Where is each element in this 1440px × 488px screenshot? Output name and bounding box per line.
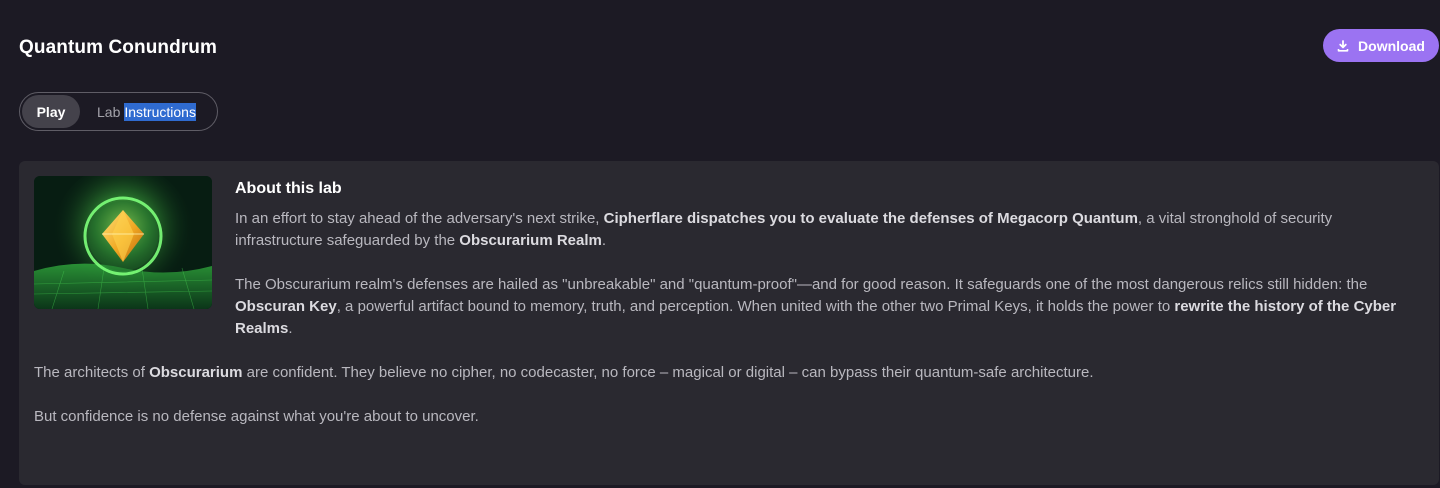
download-icon [1337, 39, 1349, 52]
bold-text: Obscurarium Realm [459, 232, 602, 249]
text: The architects of [34, 364, 150, 381]
paragraph-2: The Obscurarium realm's defenses are hai… [34, 274, 1419, 340]
bold-text: Cipherflare dispatches you to evaluate t… [603, 210, 1138, 227]
paragraph-1: In an effort to stay ahead of the advers… [34, 208, 1419, 252]
text: The Obscurarium realm's defenses are hai… [235, 276, 1368, 293]
view-tabs: Play Lab Instructions [19, 92, 218, 131]
text: . [601, 232, 607, 249]
bold-text: Obscurarium [149, 364, 243, 381]
text: . [288, 320, 293, 337]
download-button[interactable]: Download [1323, 29, 1439, 62]
page-title: Quantum Conundrum [19, 37, 218, 58]
about-lab-card: About this lab In an effort to stay ahea… [19, 161, 1439, 485]
paragraph-3: The architects of Obscurarium are confid… [34, 362, 1419, 384]
tab-label-lab: Lab [97, 103, 121, 120]
text: are confident. They believe no cipher, n… [242, 364, 1094, 381]
text: In an effort to stay ahead of the advers… [235, 210, 604, 227]
paragraph-4: But confidence is no defense against wha… [34, 408, 479, 425]
download-label: Download [1358, 37, 1425, 54]
about-title: About this lab [235, 180, 342, 197]
tab-play[interactable]: Play [22, 95, 80, 128]
tab-label-instructions-selected: Instructions [124, 102, 196, 121]
lab-description: About this lab In an effort to stay ahea… [34, 178, 1419, 450]
text: , a powerful artifact bound to memory, t… [336, 298, 1175, 315]
tab-lab-instructions[interactable]: Lab Instructions [97, 102, 196, 121]
bold-text: Obscuran Key [235, 298, 337, 315]
